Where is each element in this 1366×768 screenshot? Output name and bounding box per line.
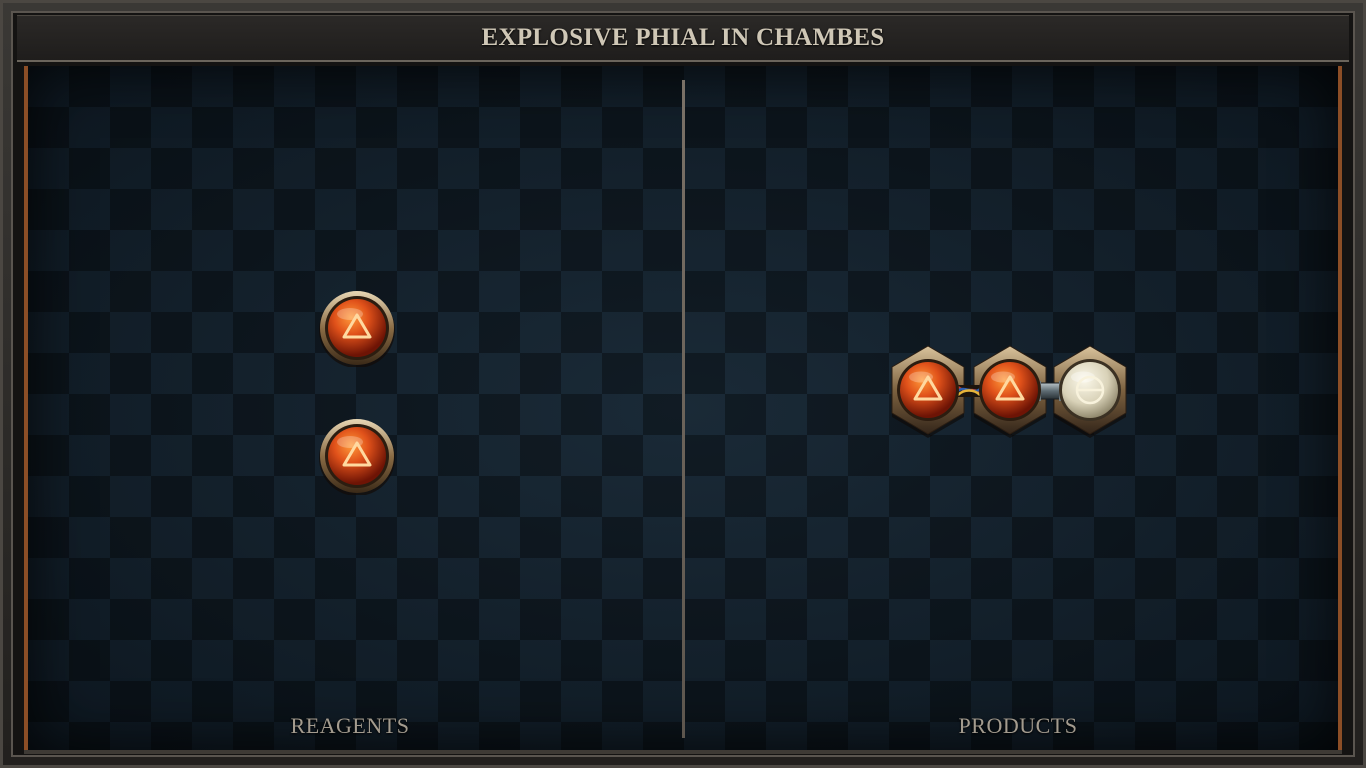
panel-divider — [682, 80, 685, 738]
triangle-icon — [342, 441, 372, 467]
product-molecule[interactable] — [884, 344, 1134, 440]
reagent-atom-fire[interactable] — [318, 289, 396, 367]
board-bottom-edge — [24, 750, 1342, 754]
reagent-atom-fire[interactable] — [318, 417, 396, 495]
triangle-icon — [342, 313, 372, 339]
product-atom-fire — [979, 359, 1041, 421]
page-title: EXPLOSIVE PHIAL IN CHAMBES — [481, 24, 885, 51]
triplex-bond — [957, 385, 981, 397]
products-label: PRODUCTS — [958, 713, 1078, 738]
reagents-label: REAGENTS — [290, 713, 410, 738]
title-bar: EXPLOSIVE PHIAL IN CHAMBES — [17, 15, 1349, 62]
product-atom-fire — [897, 359, 959, 421]
